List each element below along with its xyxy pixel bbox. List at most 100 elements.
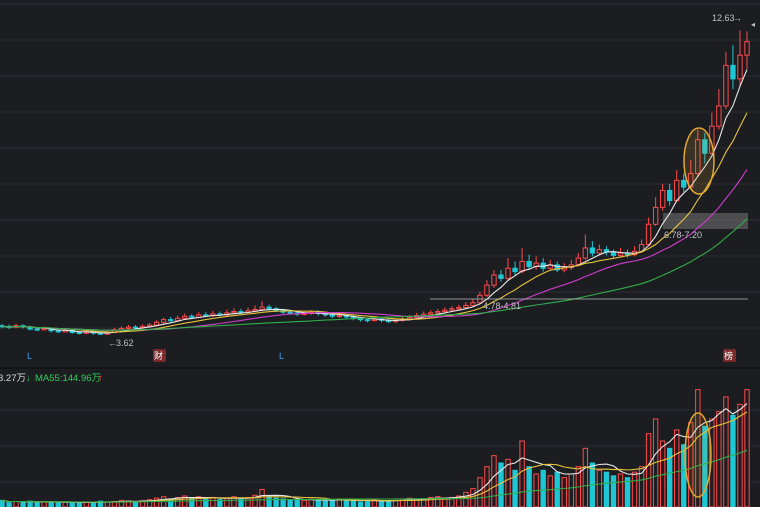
volume-bar bbox=[491, 455, 497, 507]
candle-body bbox=[505, 267, 511, 279]
candle-body bbox=[498, 274, 504, 279]
volume-bar bbox=[34, 502, 40, 507]
volume-bar bbox=[547, 475, 553, 507]
candle-body bbox=[189, 315, 195, 318]
event-marker-cai[interactable]: 财 bbox=[154, 350, 163, 361]
volume-bar bbox=[561, 477, 567, 507]
volume-bar bbox=[744, 389, 750, 507]
candle-body bbox=[153, 321, 160, 326]
volume-bar bbox=[189, 497, 195, 507]
volume-bar bbox=[266, 495, 272, 507]
candle-body bbox=[125, 326, 132, 329]
candle-body bbox=[681, 179, 687, 188]
candle-body bbox=[716, 105, 722, 127]
candle-body bbox=[364, 319, 371, 322]
candle-body bbox=[231, 311, 237, 314]
candle-body bbox=[336, 315, 343, 318]
volume-bar bbox=[674, 429, 680, 507]
candle-body bbox=[168, 319, 174, 322]
volume-bar bbox=[315, 499, 321, 507]
volume-bar bbox=[596, 469, 603, 507]
candle-body bbox=[287, 311, 293, 314]
volume-bar bbox=[287, 499, 293, 507]
volume-bar bbox=[0, 499, 5, 507]
candle-body bbox=[428, 312, 434, 315]
volume-bar bbox=[224, 497, 230, 507]
highlight-circle bbox=[683, 127, 715, 195]
volume-bar bbox=[6, 502, 12, 507]
volume-bar bbox=[132, 501, 139, 507]
candle-body bbox=[744, 41, 750, 56]
volume-bar bbox=[378, 500, 385, 507]
event-marker-l-1[interactable]: L bbox=[27, 351, 32, 361]
candle-body bbox=[526, 260, 532, 268]
candle-body bbox=[329, 314, 336, 317]
volume-bar bbox=[477, 477, 483, 507]
volume-legend: 3.27万 ↓ MA55:144.96万 ↑ bbox=[0, 373, 103, 384]
volume-bar bbox=[294, 499, 300, 507]
volume-bar bbox=[540, 469, 546, 507]
candle-body bbox=[582, 247, 589, 259]
volume-ma-prev-value: 3.27万 bbox=[0, 373, 26, 384]
volume-ma55-label: MA55:144.96万 bbox=[35, 373, 101, 384]
volume-bar bbox=[301, 499, 307, 507]
volume-bar bbox=[723, 396, 729, 507]
candle-body bbox=[132, 326, 139, 329]
volume-bar bbox=[505, 458, 511, 507]
volume-bar bbox=[245, 496, 251, 507]
volume-bar bbox=[484, 466, 490, 507]
low-price-arrow: ← bbox=[108, 338, 117, 348]
volume-bar bbox=[631, 471, 638, 507]
low-price-label: 3.62 bbox=[116, 338, 134, 348]
candle-body bbox=[238, 311, 244, 314]
volume-highlight-circle bbox=[684, 412, 712, 498]
candle-body bbox=[442, 309, 448, 313]
volume-bar bbox=[385, 501, 392, 507]
volume-ma55-arrow: ↑ bbox=[98, 373, 103, 384]
volume-bar bbox=[13, 501, 19, 507]
volume-bar bbox=[526, 466, 532, 507]
candle-body bbox=[645, 223, 652, 246]
candle-body bbox=[596, 249, 603, 254]
volume-bar bbox=[357, 501, 364, 507]
candle-body bbox=[617, 252, 624, 256]
candle-body bbox=[259, 306, 265, 310]
candle-body bbox=[182, 315, 188, 319]
candle-body bbox=[723, 64, 729, 107]
candle-body bbox=[266, 306, 272, 310]
candle-body bbox=[55, 330, 61, 333]
candle-body bbox=[470, 302, 476, 306]
candle-body bbox=[76, 331, 82, 334]
volume-bar bbox=[737, 403, 743, 507]
volume-bar bbox=[392, 499, 399, 507]
volume-bar bbox=[603, 471, 610, 507]
event-marker-l-2[interactable]: L bbox=[279, 351, 284, 361]
volume-bar bbox=[350, 500, 357, 507]
volume-bar bbox=[322, 500, 328, 507]
high-price-label: 12.63 bbox=[712, 13, 735, 23]
candle-body bbox=[659, 189, 666, 208]
candle-body bbox=[667, 189, 673, 202]
candle-body bbox=[610, 251, 617, 256]
zone-label-upper: 6.78-7.20 bbox=[664, 230, 702, 240]
candle-body bbox=[160, 319, 167, 323]
candle-body bbox=[512, 267, 518, 273]
volume-bar bbox=[69, 501, 75, 507]
volume-bar bbox=[329, 499, 336, 507]
candle-body bbox=[34, 328, 40, 331]
volume-bar bbox=[90, 502, 97, 507]
volume-bar bbox=[153, 497, 160, 507]
volume-bar bbox=[610, 475, 617, 507]
volume-bar bbox=[343, 499, 350, 507]
high-price-arrow: → bbox=[733, 13, 742, 23]
candle-body bbox=[456, 306, 462, 310]
candle-body bbox=[589, 247, 596, 254]
volume-bar bbox=[463, 491, 469, 507]
zone-label-lower: 4.78-4.81 bbox=[483, 301, 521, 311]
volume-bar bbox=[259, 488, 265, 507]
event-marker-bang[interactable]: 榜 bbox=[724, 350, 733, 361]
volume-bar bbox=[210, 496, 216, 507]
volume-bar bbox=[730, 414, 736, 507]
candle-body bbox=[463, 304, 469, 308]
stock-chart: 12.63 → 3.62 ← 6.78-7.20 4.78-4.81 ◂ L 财… bbox=[0, 0, 760, 507]
